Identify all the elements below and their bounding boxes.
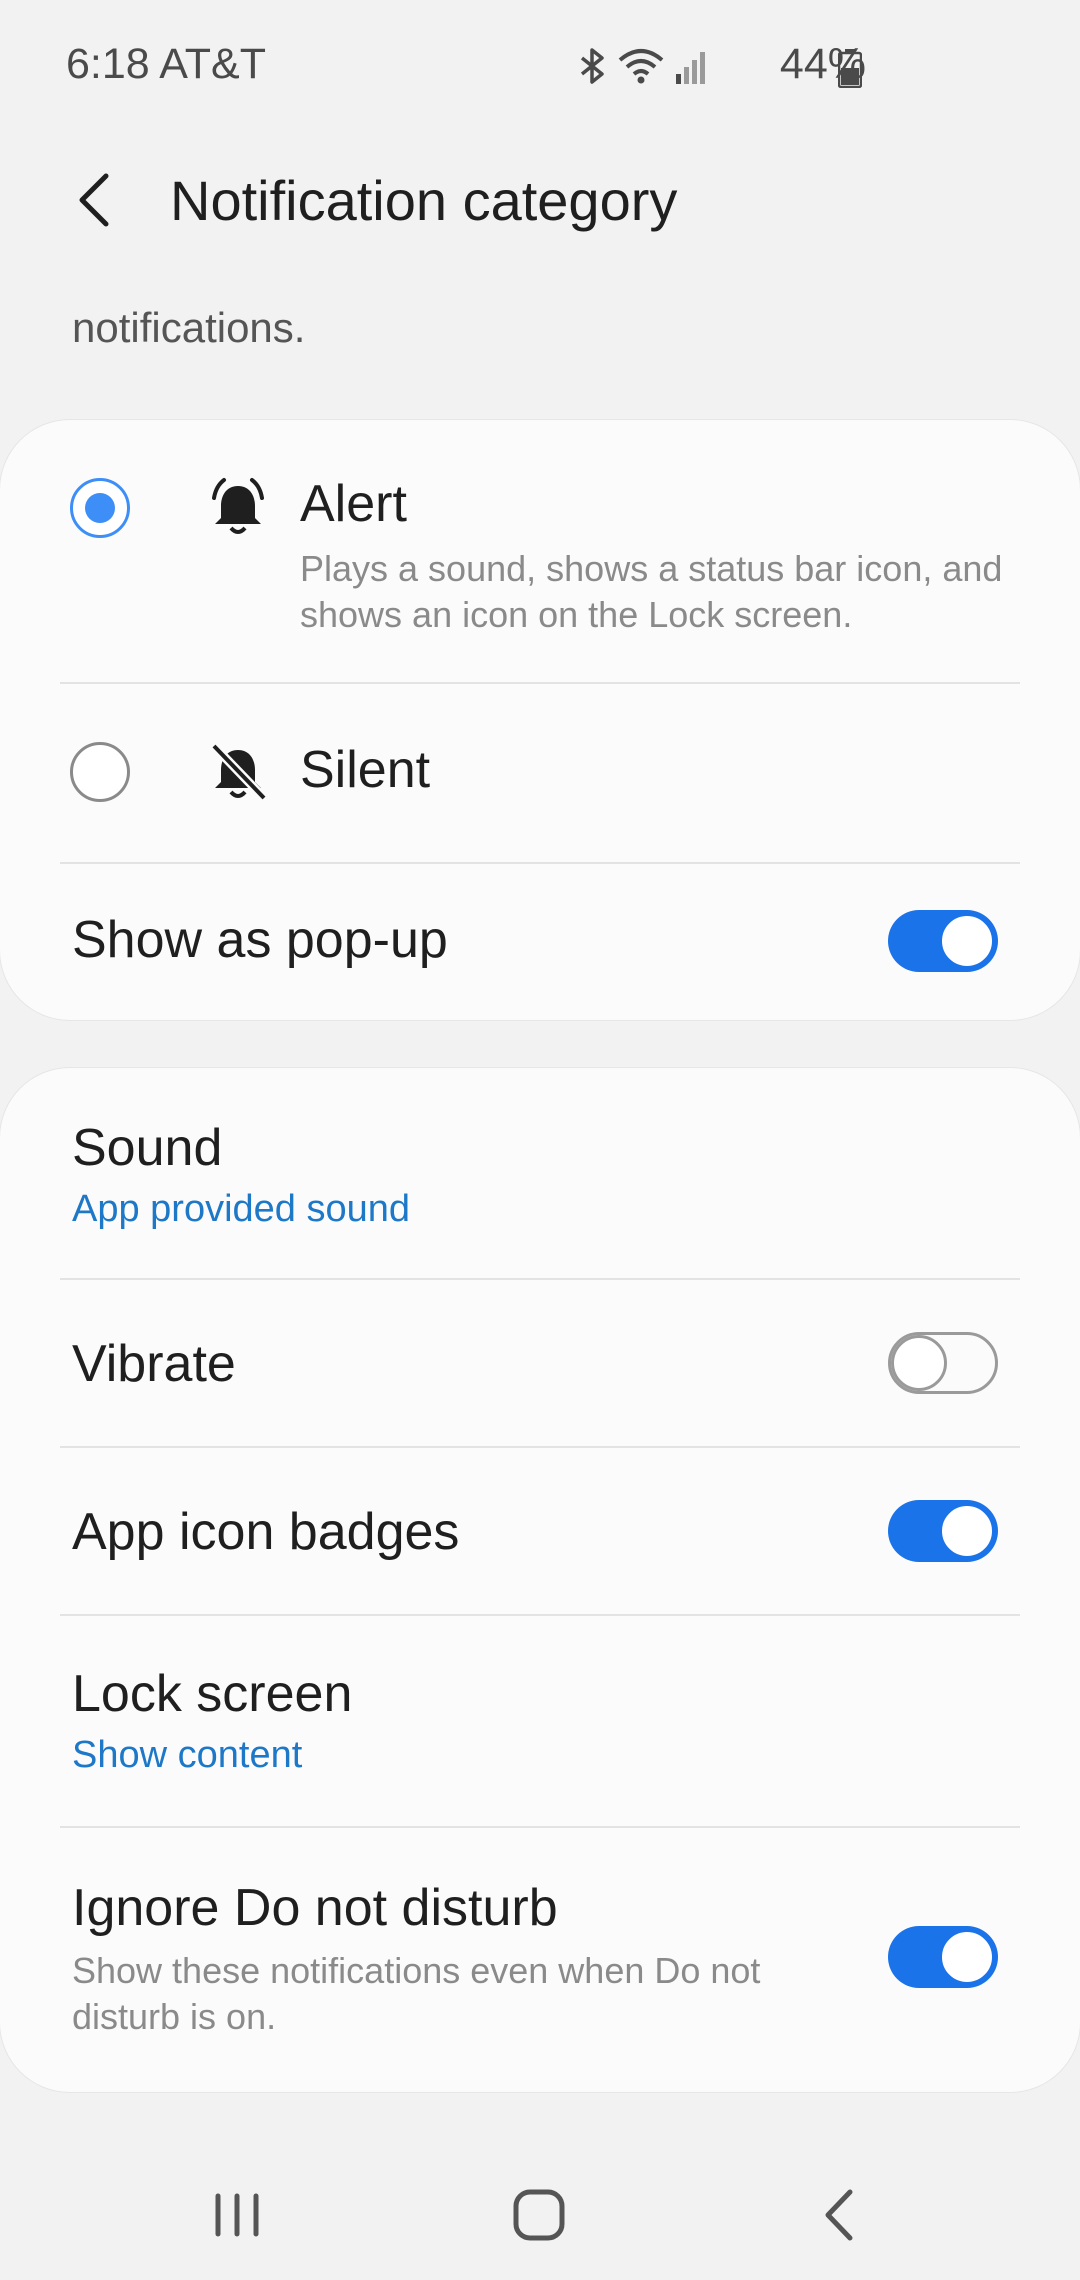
back-icon [825, 2189, 853, 2241]
recents-button[interactable] [192, 2170, 282, 2260]
ignore-dnd-row[interactable]: Ignore Do not disturb Show these notific… [0, 1828, 1080, 2092]
alert-label: Alert [300, 475, 407, 533]
silent-radio[interactable] [70, 742, 130, 802]
toggle-knob [939, 913, 995, 969]
alert-option[interactable]: Alert Plays a sound, shows a status bar … [0, 420, 1080, 682]
ignore-dnd-label: Ignore Do not disturb [72, 1879, 558, 1937]
alert-radio[interactable] [70, 478, 130, 538]
description-text: notifications. [72, 304, 306, 351]
lock-screen-value: Show content [72, 1734, 303, 1776]
back-button[interactable] [64, 168, 128, 232]
silent-option[interactable]: Silent [0, 684, 1080, 862]
bell-ringing-icon [212, 478, 264, 534]
app-header: Notification category [0, 140, 1080, 260]
sound-label: Sound [72, 1119, 223, 1177]
home-icon [513, 2189, 565, 2241]
vibrate-toggle[interactable] [888, 1332, 998, 1394]
system-back-button[interactable] [796, 2170, 886, 2260]
lock-screen-label: Lock screen [72, 1665, 353, 1723]
bell-off-icon [210, 742, 268, 802]
navigation-bar [0, 2140, 1080, 2280]
sound-row[interactable]: Sound App provided sound [0, 1068, 1080, 1278]
badges-row[interactable]: App icon badges [0, 1448, 1080, 1614]
badges-toggle[interactable] [888, 1500, 998, 1562]
signal-icon [676, 52, 705, 84]
vibrate-row[interactable]: Vibrate [0, 1280, 1080, 1446]
vibrate-label: Vibrate [72, 1335, 236, 1393]
bluetooth-icon [580, 48, 604, 84]
alert-mode-card: Alert Plays a sound, shows a status bar … [0, 420, 1080, 1020]
status-time-carrier: 6:18 AT&T [66, 40, 266, 88]
page-title: Notification category [170, 169, 678, 232]
ignore-dnd-toggle[interactable] [888, 1926, 998, 1988]
popup-toggle[interactable] [888, 910, 998, 972]
status-bar: 6:18 AT&T 44% [0, 0, 1080, 140]
home-button[interactable] [494, 2170, 584, 2260]
lock-screen-row[interactable]: Lock screen Show content [0, 1616, 1080, 1826]
toggle-knob [939, 1503, 995, 1559]
popup-label: Show as pop-up [72, 911, 448, 969]
notification-settings-card: Sound App provided sound Vibrate App ico… [0, 1068, 1080, 2092]
alert-description: Plays a sound, shows a status bar icon, … [300, 548, 1003, 635]
popup-row[interactable]: Show as pop-up [0, 864, 1080, 1020]
toggle-knob [939, 1929, 995, 1985]
recents-icon [215, 2193, 259, 2237]
wifi-icon [618, 49, 664, 84]
ignore-dnd-description: Show these notifications even when Do no… [72, 1950, 761, 2037]
toggle-knob [891, 1335, 947, 1391]
battery-icon [838, 49, 862, 88]
silent-label: Silent [300, 741, 431, 799]
chevron-left-icon [79, 173, 109, 227]
badges-label: App icon badges [72, 1503, 460, 1561]
sound-value: App provided sound [72, 1188, 411, 1230]
